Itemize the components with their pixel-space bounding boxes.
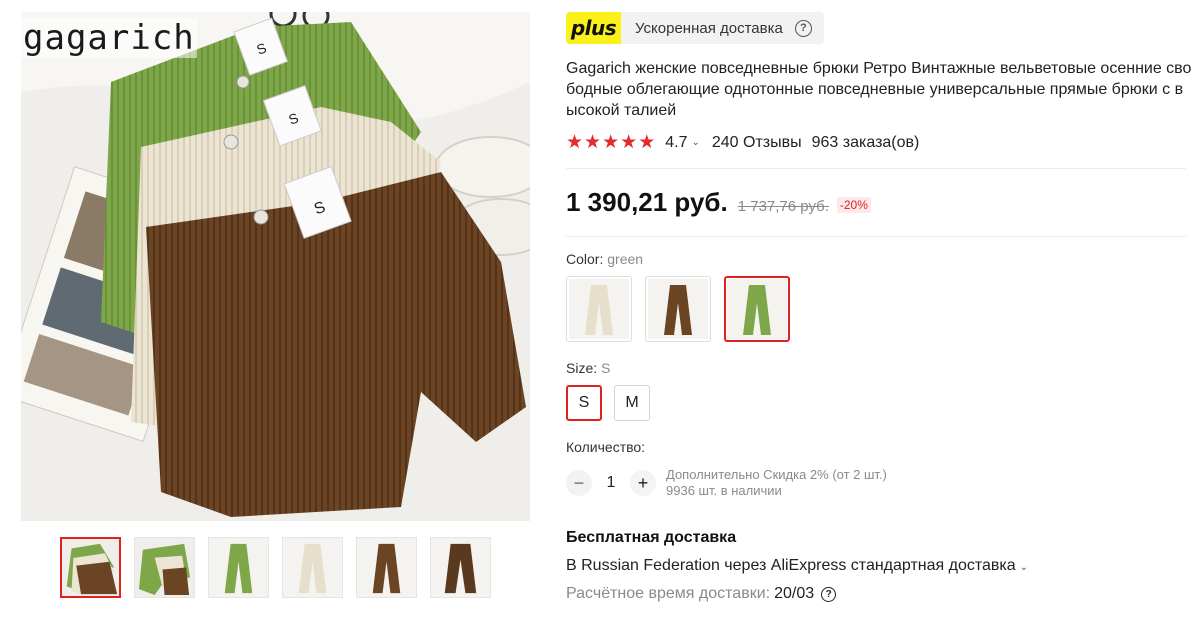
current-price: 1 390,21 руб.: [566, 187, 728, 217]
thumbnail-5[interactable]: [356, 537, 417, 598]
product-title: Gagarich женские повседневные брюки Ретр…: [566, 60, 1192, 119]
rating-value[interactable]: 4.7: [665, 134, 687, 152]
product-info: plus Ускоренная доставка ? Gagarich женс…: [566, 12, 1192, 603]
color-swatch-green[interactable]: [724, 276, 790, 342]
divider: [566, 168, 1186, 169]
size-options: S M: [566, 385, 1192, 421]
brand-watermark: gagarich: [21, 18, 197, 58]
thumbnail-4[interactable]: [282, 537, 343, 598]
quantity-stepper: − 1 + Дополнительно Скидка 2% (от 2 шт.)…: [566, 467, 1192, 499]
discount-badge: -20%: [836, 197, 871, 213]
star-icon: ★: [566, 132, 584, 153]
orders-count: 963 заказа(ов): [811, 133, 920, 151]
thumbnail-1[interactable]: [60, 537, 121, 598]
rating-stars: ★ ★ ★ ★ ★: [566, 133, 655, 152]
stock-text: 9936 шт. в наличии: [666, 483, 782, 498]
size-label: Size:: [566, 360, 598, 376]
color-swatch-beige[interactable]: [566, 276, 632, 342]
chevron-down-icon[interactable]: ⌄: [691, 137, 699, 148]
star-icon: ★: [602, 132, 620, 153]
quantity-info: Дополнительно Скидка 2% (от 2 шт.) 9936 …: [666, 467, 887, 499]
help-icon[interactable]: ?: [794, 19, 812, 37]
divider: [566, 236, 1186, 237]
delivery-route-text: В Russian Federation через AliExpress ст…: [566, 557, 1016, 574]
plus-badge: plus: [566, 12, 621, 44]
delivery-route[interactable]: В Russian Federation через AliExpress ст…: [566, 557, 1192, 575]
size-label-row: Size: S: [566, 360, 1192, 376]
quantity-minus-button[interactable]: −: [566, 470, 592, 496]
thumbnail-6[interactable]: [430, 537, 491, 598]
main-product-image[interactable]: S S S gagarich: [21, 12, 530, 521]
size-option-s[interactable]: S: [566, 385, 602, 421]
rating-row: ★ ★ ★ ★ ★ 4.7 ⌄ 240 Отзывы 963 заказа(ов…: [566, 133, 1192, 152]
plus-delivery-banner[interactable]: plus Ускоренная доставка ?: [566, 12, 824, 44]
chevron-down-icon[interactable]: ⌄: [1020, 562, 1028, 573]
size-option-m[interactable]: M: [614, 385, 650, 421]
price-row: 1 390,21 руб. 1 737,76 руб. -20%: [566, 187, 1192, 218]
reviews-link[interactable]: 240 Отзывы: [712, 134, 802, 152]
quantity-plus-button[interactable]: +: [630, 470, 656, 496]
star-icon: ★: [620, 132, 638, 153]
delivery-time-label: Расчётное время доставки:: [566, 585, 771, 602]
plus-delivery-text: Ускоренная доставка: [635, 19, 783, 37]
delivery-title: Бесплатная доставка: [566, 529, 737, 546]
star-icon: ★: [584, 132, 602, 153]
old-price: 1 737,76 руб.: [737, 198, 829, 215]
color-label-row: Color: green: [566, 251, 1192, 267]
extra-discount-text: Дополнительно Скидка 2% (от 2 шт.): [666, 467, 887, 482]
color-swatches: [566, 276, 1192, 342]
color-label: Color:: [566, 251, 604, 267]
color-swatch-brown[interactable]: [645, 276, 711, 342]
thumbnail-2[interactable]: [134, 537, 195, 598]
help-icon[interactable]: ?: [821, 586, 837, 602]
delivery-time: Расчётное время доставки: 20/03 ?: [566, 585, 1192, 603]
star-icon: ★: [638, 132, 656, 153]
size-selected: S: [601, 360, 611, 376]
thumbnail-strip: [60, 537, 491, 598]
quantity-value[interactable]: 1: [592, 474, 630, 492]
delivery-time-value: 20/03: [774, 585, 815, 602]
color-selected: green: [607, 251, 644, 267]
thumbnail-3[interactable]: [208, 537, 269, 598]
quantity-label: Количество:: [566, 439, 646, 455]
